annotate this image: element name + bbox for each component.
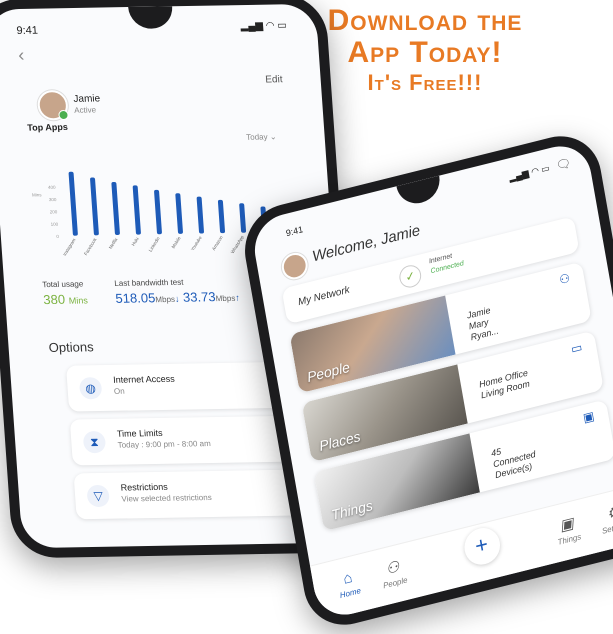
check-icon: ✓ bbox=[397, 262, 423, 290]
total-usage-unit: Mins bbox=[68, 295, 89, 306]
avatar bbox=[279, 250, 310, 283]
user-name: Jamie bbox=[73, 93, 101, 105]
tile-details: Home Office Living Room bbox=[478, 368, 530, 402]
chevron-down-icon: ⌄ bbox=[269, 132, 277, 142]
upload-value: 33.73 bbox=[182, 289, 217, 305]
arrow-up-icon: ↑ bbox=[234, 292, 241, 303]
x-tick-label: Linkedin bbox=[148, 236, 161, 253]
bandwidth-value: 518.05Mbps↓ 33.73Mbps↑ bbox=[115, 289, 240, 306]
back-icon[interactable]: ‹ bbox=[18, 45, 25, 66]
download-value: 518.05 bbox=[114, 290, 156, 306]
total-usage-value: 380 Mins bbox=[43, 291, 88, 307]
gear-icon: ⚙ bbox=[605, 503, 613, 524]
x-tick-label: Netflix bbox=[108, 236, 119, 250]
couch-icon: ▭ bbox=[569, 339, 584, 357]
people-icon: ⚇ bbox=[558, 270, 572, 288]
section-title: Top Apps bbox=[26, 121, 69, 133]
option-subtitle: View selected restrictions bbox=[121, 492, 212, 504]
x-tick-label: WhatsApp bbox=[230, 234, 245, 254]
option-title: Restrictions bbox=[120, 481, 169, 493]
network-label: My Network bbox=[297, 284, 351, 309]
tile-details: Jamie Mary Ryan... bbox=[466, 304, 499, 343]
chart-bar bbox=[217, 199, 226, 234]
x-tick-label: Instagram bbox=[62, 237, 77, 257]
status-icons: ▂▄▆ ◠ ▭ bbox=[240, 20, 288, 33]
y-tick-label: 0 bbox=[56, 234, 59, 239]
period-label: Today bbox=[245, 132, 268, 142]
status-icons: ▂▄▆ ◠ ▭ bbox=[508, 162, 551, 183]
status-time: 9:41 bbox=[16, 24, 39, 37]
chart-bar bbox=[132, 185, 141, 235]
hourglass-icon: ⧗ bbox=[82, 430, 107, 454]
upload-unit: Mbps bbox=[215, 293, 236, 304]
total-usage-label: Total usage bbox=[41, 279, 84, 290]
y-tick-label: 100 bbox=[50, 222, 58, 227]
chart-bar bbox=[68, 171, 78, 236]
avatar bbox=[36, 90, 69, 121]
chart-bar bbox=[239, 203, 247, 233]
chart-bar bbox=[196, 196, 204, 234]
options-title: Options bbox=[48, 339, 95, 355]
chart-bar bbox=[154, 189, 162, 235]
chart-bar bbox=[90, 177, 99, 236]
nav-settings[interactable]: ⚙ Settings bbox=[588, 498, 613, 539]
x-tick-label: Youtube bbox=[190, 235, 203, 252]
chart-bar bbox=[175, 193, 183, 234]
arrow-down-icon: ↓ bbox=[174, 293, 180, 304]
tile-details: 45 Connected Device(s) bbox=[490, 438, 538, 481]
globe-icon: ◍ bbox=[78, 377, 103, 400]
user-status: Active bbox=[73, 105, 97, 115]
download-unit: Mbps bbox=[155, 294, 176, 305]
notch bbox=[128, 6, 174, 29]
option-subtitle: On bbox=[113, 386, 125, 396]
phone-right-screen: 9:41 ▂▄▆ ◠ ▭ 🗨 Welcome, Jamie My Network… bbox=[249, 139, 613, 622]
phone-right: 9:41 ▂▄▆ ◠ ▭ 🗨 Welcome, Jamie My Network… bbox=[238, 126, 613, 634]
edit-button[interactable]: Edit bbox=[265, 74, 283, 85]
devices-icon: ▣ bbox=[581, 408, 596, 426]
option-title: Time Limits bbox=[116, 427, 163, 439]
filter-icon: ▽ bbox=[86, 484, 110, 508]
option-title: Internet Access bbox=[112, 373, 176, 385]
bandwidth-label: Last bandwidth test bbox=[114, 277, 184, 288]
period-select[interactable]: Today ⌄ bbox=[246, 132, 277, 142]
x-tick-label: Facebook bbox=[83, 236, 98, 256]
add-button[interactable]: + bbox=[461, 524, 503, 569]
notch bbox=[395, 175, 443, 209]
total-usage-number: 380 bbox=[42, 291, 66, 308]
y-axis-label: Mins bbox=[32, 192, 43, 197]
nav-things[interactable]: ▣ Things bbox=[541, 509, 595, 550]
nav-people[interactable]: ⚇ People bbox=[367, 553, 421, 594]
message-icon[interactable]: 🗨 bbox=[555, 155, 572, 172]
x-tick-label: Mobile bbox=[171, 235, 182, 249]
online-indicator bbox=[58, 109, 69, 121]
chart-bar bbox=[111, 182, 120, 235]
y-tick-label: 200 bbox=[50, 209, 58, 214]
status-time: 9:41 bbox=[285, 224, 304, 239]
x-tick-label: Amazon bbox=[211, 234, 224, 251]
y-tick-label: 400 bbox=[48, 185, 56, 190]
x-tick-label: Hulu bbox=[131, 236, 140, 247]
y-tick-label: 300 bbox=[49, 197, 57, 202]
option-subtitle: Today : 9:00 pm - 8:00 am bbox=[117, 439, 212, 450]
